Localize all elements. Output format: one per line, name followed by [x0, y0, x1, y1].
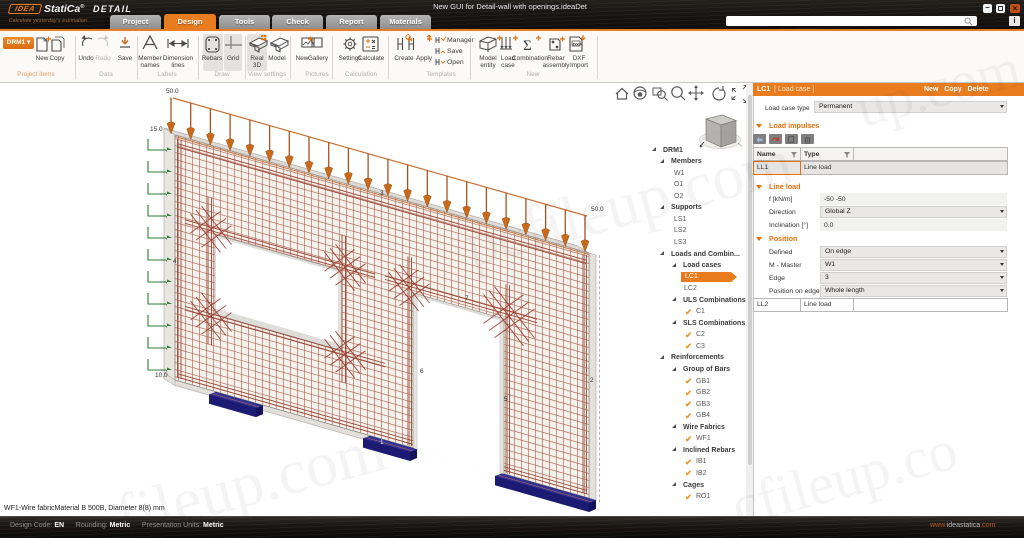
- svg-text:2: 2: [590, 377, 594, 384]
- svg-text:1: 1: [380, 439, 384, 446]
- svg-text:4: 4: [173, 258, 177, 265]
- svg-text:50.0: 50.0: [591, 206, 604, 213]
- svg-text:15.0: 15.0: [150, 126, 163, 133]
- svg-text:10.0: 10.0: [155, 372, 168, 379]
- svg-text:Σ: Σ: [523, 38, 532, 54]
- svg-text:5: 5: [504, 396, 508, 403]
- svg-text:DXF: DXF: [573, 42, 583, 48]
- svg-text:7: 7: [465, 295, 469, 302]
- svg-text:50.0: 50.0: [166, 88, 179, 95]
- svg-text:3: 3: [380, 190, 384, 197]
- svg-text:6: 6: [420, 368, 424, 375]
